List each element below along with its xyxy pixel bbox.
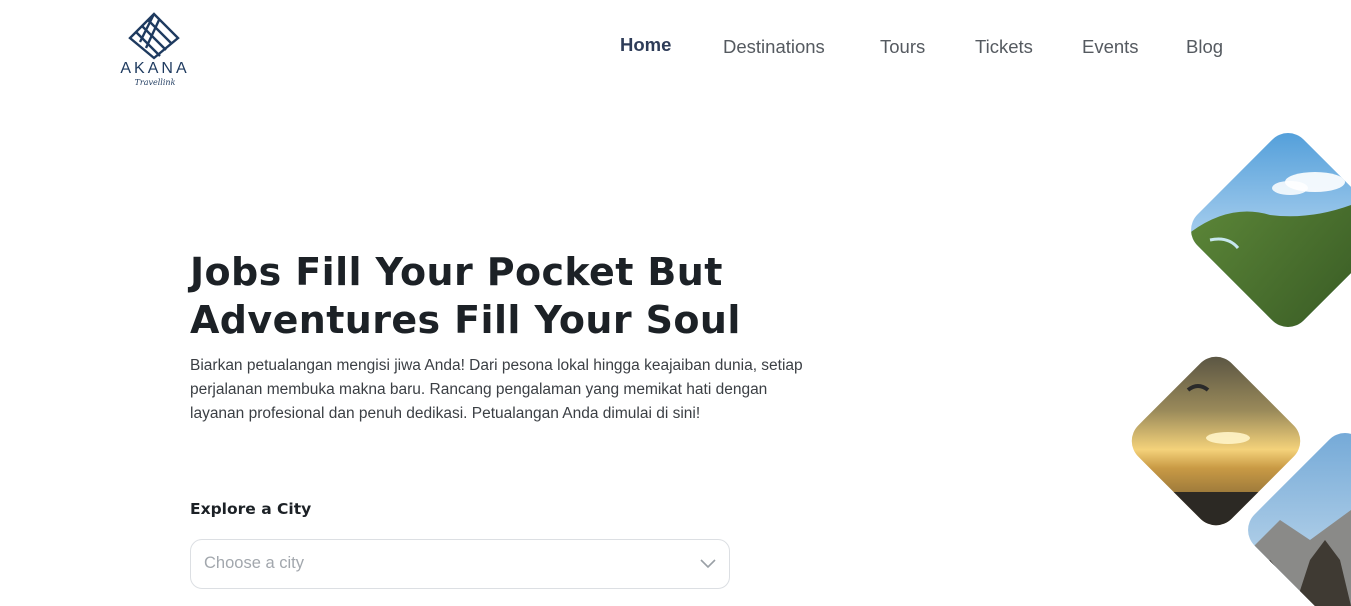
- nav-home[interactable]: Home: [620, 34, 671, 56]
- explore-city-label: Explore a City: [190, 500, 312, 518]
- nav-destinations[interactable]: Destinations: [723, 36, 825, 58]
- city-select[interactable]: Choose a city: [190, 539, 730, 589]
- hero-description: Biarkan petualangan mengisi jiwa Anda! D…: [190, 357, 803, 422]
- brand-tagline: Travellink: [134, 78, 176, 87]
- akana-logo-icon: [128, 12, 180, 60]
- nav-events[interactable]: Events: [1082, 36, 1139, 58]
- brand-logo[interactable]: AKANA Travellink: [116, 12, 194, 92]
- photo-gallery: [1122, 123, 1351, 606]
- nav-blog[interactable]: Blog: [1186, 36, 1223, 58]
- city-select-placeholder: Choose a city: [204, 554, 304, 572]
- hero-title-line1: Jobs Fill Your Pocket But: [190, 250, 723, 294]
- chevron-down-icon: [700, 559, 716, 569]
- brand-name: AKANA: [120, 60, 190, 77]
- nav-tickets[interactable]: Tickets: [975, 36, 1033, 58]
- hero-title-line2: Adventures Fill Your Soul: [190, 298, 741, 342]
- hero-title: Jobs Fill Your Pocket But Adventures Fil…: [190, 248, 810, 344]
- nav-tours[interactable]: Tours: [880, 36, 925, 58]
